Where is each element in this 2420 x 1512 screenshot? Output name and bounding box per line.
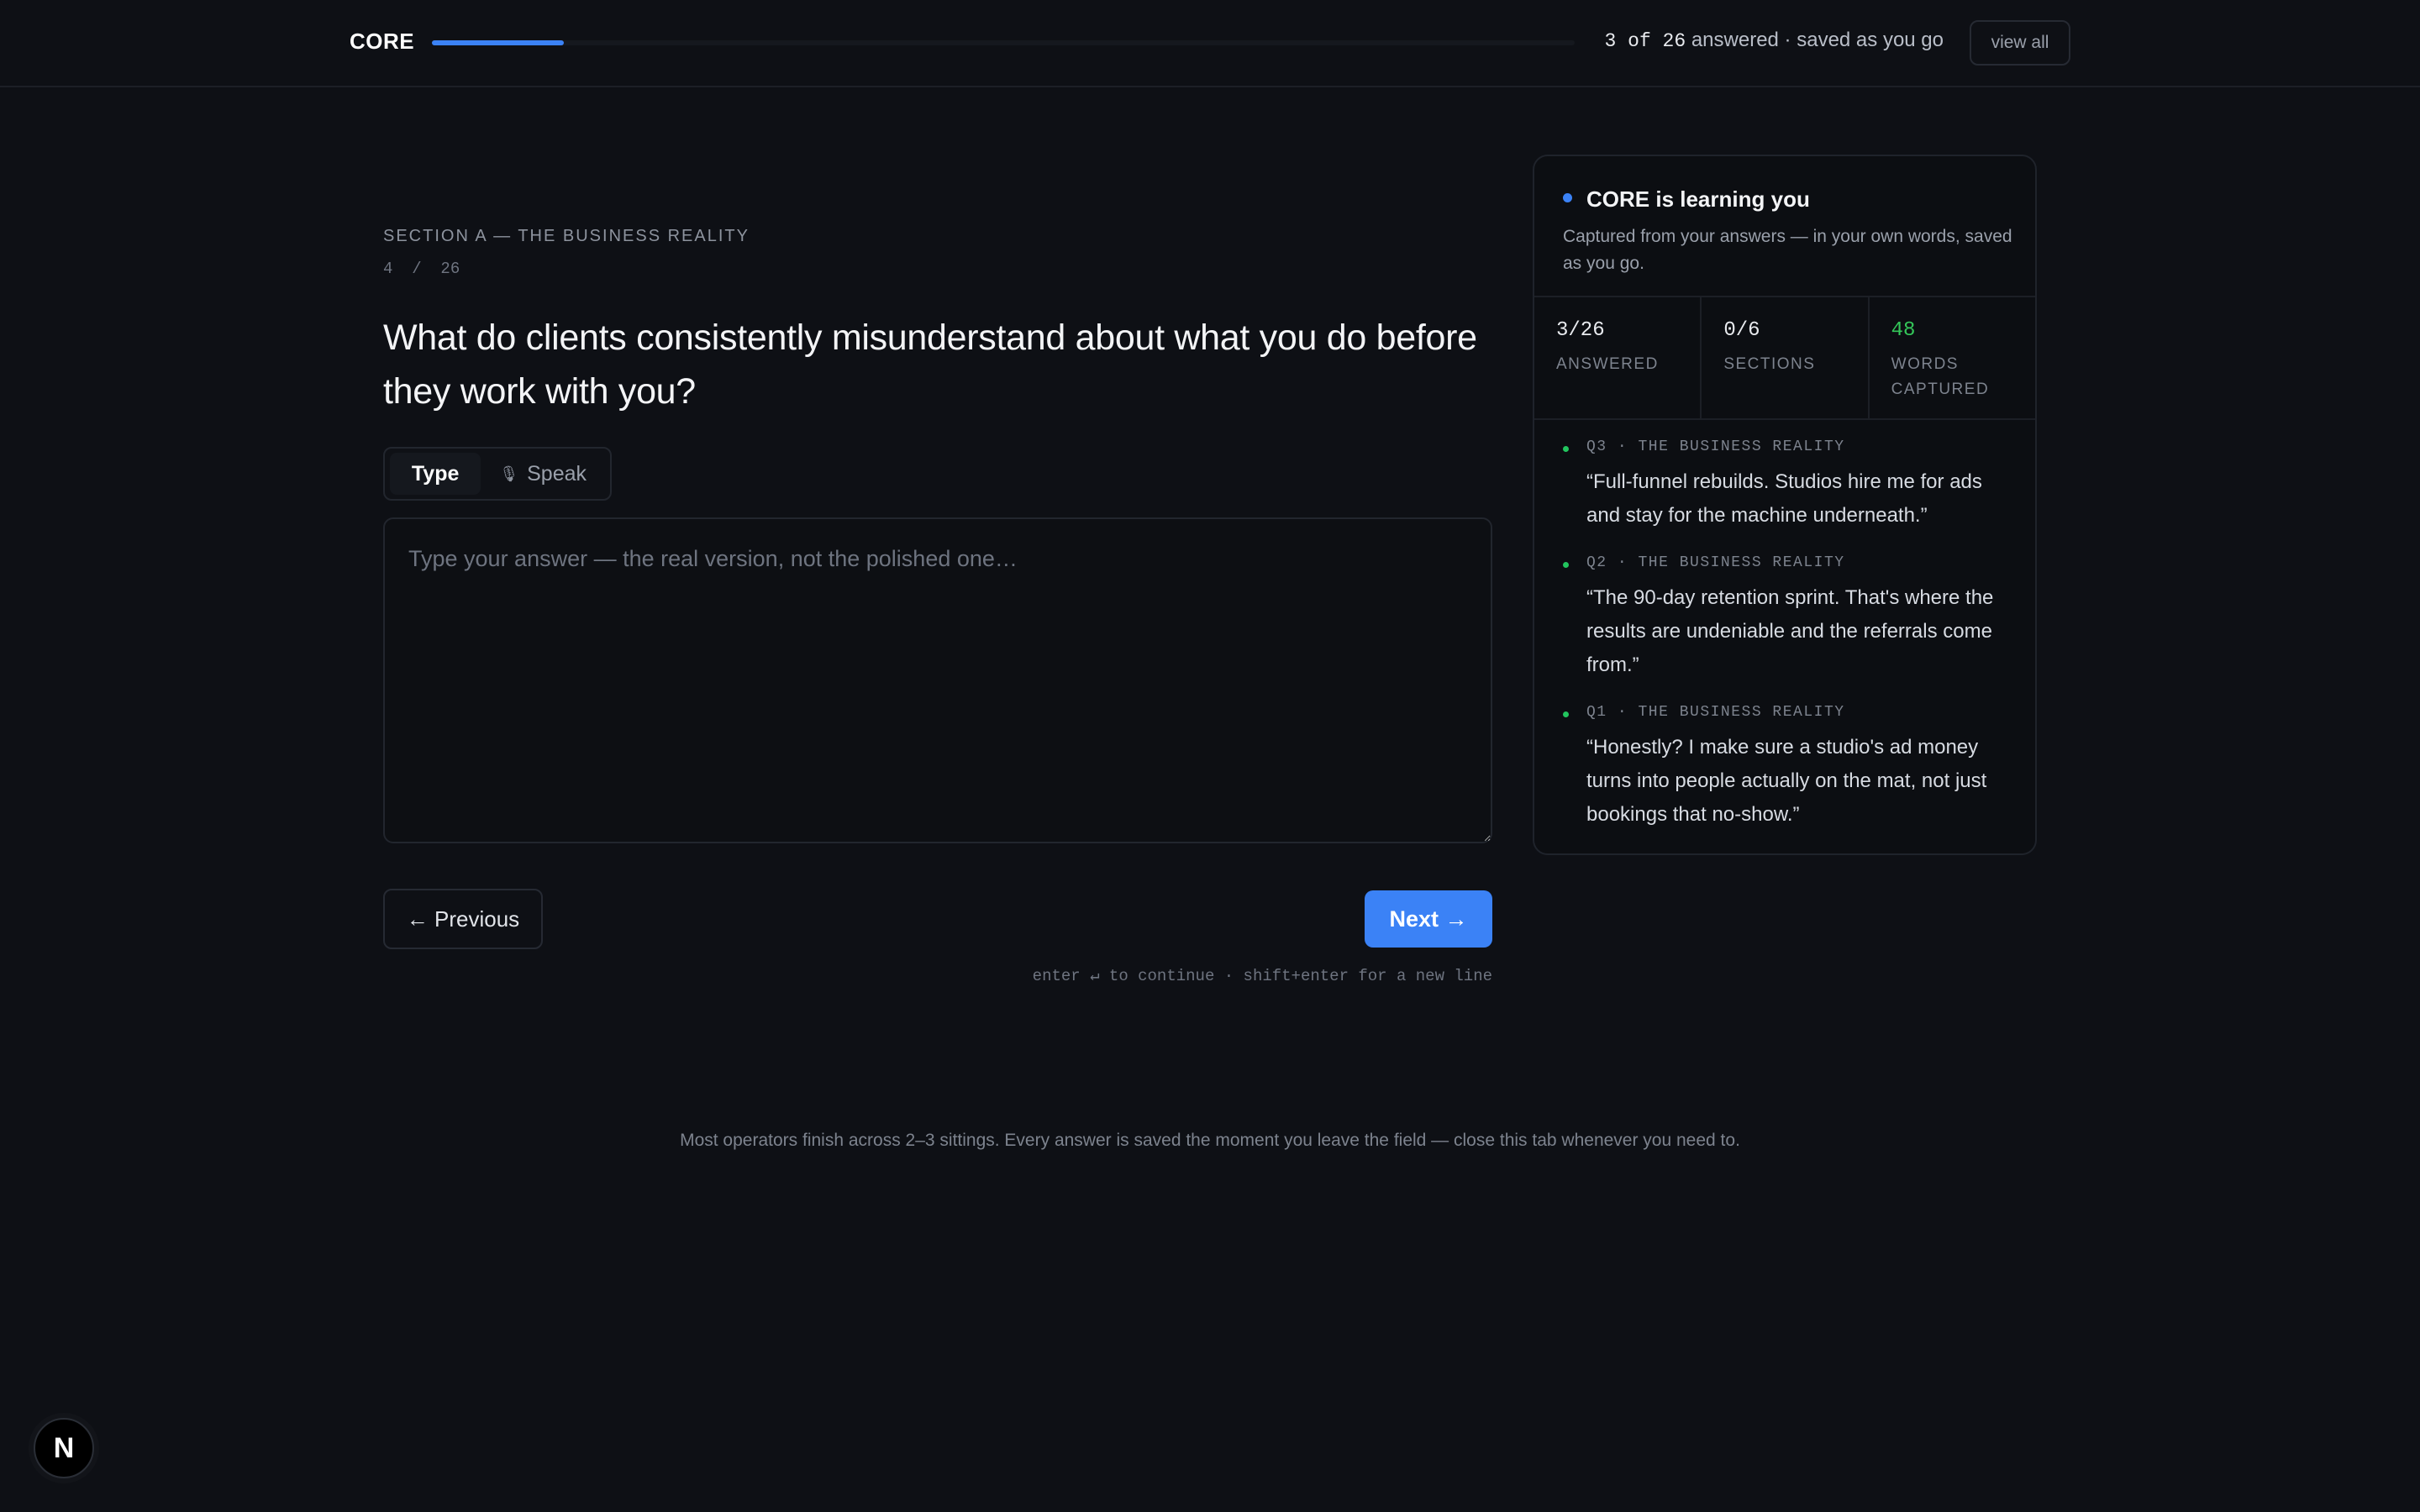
item-status-dot [1563, 446, 1569, 452]
progress-bar [432, 40, 1575, 45]
learning-panel: CORE is learning you Captured from your … [1533, 155, 2037, 855]
captured-answers-list: Q3 · THE BUSINESS REALITY “Full-funnel r… [1534, 420, 2035, 832]
speak-mode-button[interactable]: 🎙 Speak [481, 453, 605, 495]
item-quote: “The 90-day retention sprint. That's whe… [1586, 586, 1994, 676]
keyboard-hint: enter ↵ to continue · shift+enter for a … [1032, 967, 1492, 985]
stat-label: WORDS CAPTURED [1891, 355, 1990, 398]
stat-words-captured: 48 WORDS CAPTURED [1870, 297, 2035, 418]
item-meta: Q1 · THE BUSINESS REALITY [1586, 704, 1845, 721]
type-mode-button[interactable]: Type [390, 453, 481, 495]
stat-answered: 3/26 ANSWERED [1534, 297, 1702, 418]
learning-panel-header: CORE is learning you Captured from your … [1534, 156, 2035, 297]
stat-value: 48 [1891, 319, 1916, 342]
list-item: Q1 · THE BUSINESS REALITY “Honestly? I m… [1563, 704, 2007, 832]
answer-input[interactable] [383, 517, 1492, 843]
progress-bar-fill [432, 40, 564, 45]
previous-button[interactable]: ← Previous [383, 889, 543, 949]
learning-panel-subtitle: Captured from your answers — in your own… [1563, 227, 2012, 273]
question-counter: 4 / 26 [383, 260, 460, 278]
stat-value: 0/6 [1723, 319, 1760, 342]
stats-row: 3/26 ANSWERED 0/6 SECTIONS 48 WORDS CAPT… [1534, 297, 2035, 420]
answered-status: 3 of 26 answered · saved as you go [1605, 29, 1944, 52]
microphone-icon: 🎙 [499, 465, 519, 482]
learning-panel-title: CORE is learning you [1586, 186, 1810, 212]
top-bar: CORE 3 of 26 answered · saved as you go … [0, 0, 2420, 87]
stat-sections: 0/6 SECTIONS [1702, 297, 1870, 418]
stat-value: 3/26 [1556, 319, 1605, 342]
list-item: Q3 · THE BUSINESS REALITY “Full-funnel r… [1563, 438, 2007, 533]
speak-mode-label: Speak [527, 461, 587, 486]
section-label: SECTION A — THE BUSINESS REALITY [383, 227, 750, 245]
answered-status-text: answered · saved as you go [1686, 29, 1944, 51]
item-quote: “Full-funnel rebuilds. Studios hire me f… [1586, 470, 1982, 527]
stat-label: ANSWERED [1556, 355, 1659, 373]
item-status-dot [1563, 562, 1569, 568]
stat-label: SECTIONS [1723, 355, 1816, 373]
footer-note: Most operators finish across 2–3 sitting… [680, 1131, 1740, 1150]
list-item: Q2 · THE BUSINESS REALITY “The 90-day re… [1563, 554, 2007, 682]
answered-count: 3 of 26 [1604, 30, 1686, 52]
live-status-dot [1563, 193, 1572, 202]
input-mode-toggle: Type 🎙 Speak [383, 447, 612, 501]
item-meta: Q2 · THE BUSINESS REALITY [1586, 554, 1845, 571]
item-status-dot [1563, 711, 1569, 717]
item-quote: “Honestly? I make sure a studio's ad mon… [1586, 736, 1987, 826]
item-meta: Q3 · THE BUSINESS REALITY [1586, 438, 1845, 455]
question-title: What do clients consistently misundersta… [383, 318, 1477, 412]
brand-logo: CORE [350, 29, 415, 54]
view-all-button[interactable]: view all [1970, 20, 2070, 66]
next-button[interactable]: Next → [1365, 890, 1492, 948]
dev-tools-badge[interactable]: N [34, 1418, 94, 1478]
